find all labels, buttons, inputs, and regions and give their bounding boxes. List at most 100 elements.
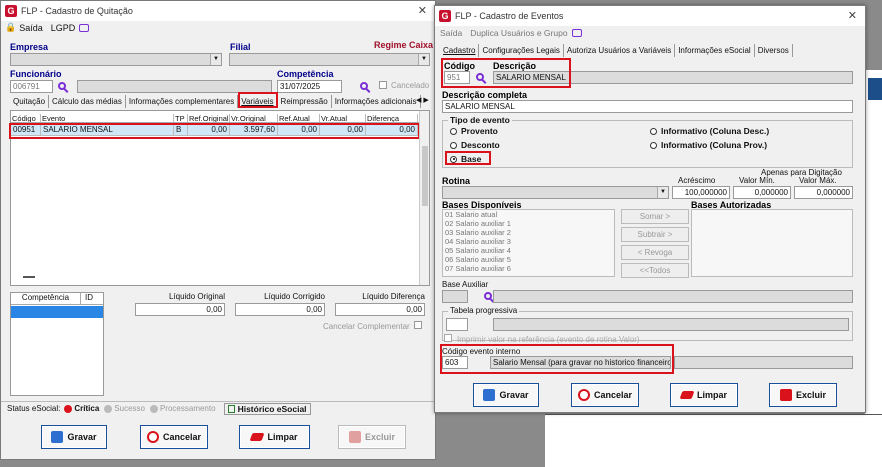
col-tp[interactable]: TP: [174, 114, 188, 122]
processamento-icon: [149, 404, 158, 413]
cancelar-complementar-label: Cancelar Complementar: [323, 322, 410, 331]
regime-caixa-label: Regime Caixa: [374, 40, 434, 50]
search-icon[interactable]: [360, 82, 369, 90]
excluir-button[interactable]: Excluir: [338, 425, 406, 449]
revoga-button[interactable]: < Revoga: [621, 245, 689, 260]
filial-combo[interactable]: ▼: [229, 53, 430, 66]
gravar-label: Gravar: [67, 432, 97, 442]
tab-autoriza-usuarios[interactable]: Autoriza Usuários a Variáveis: [564, 44, 676, 57]
tab-cadastro[interactable]: Cadastro: [440, 44, 480, 57]
processamento-label: Processamento: [159, 404, 216, 413]
radio-desconto[interactable]: Desconto: [450, 140, 500, 150]
menu-sair[interactable]: Saída: [440, 28, 462, 38]
base-auxiliar-desc[interactable]: [493, 290, 853, 303]
chevron-down-icon[interactable]: ▼: [210, 54, 221, 65]
eraser-icon: [679, 391, 695, 399]
col-ref-original[interactable]: Ref.Original: [188, 114, 230, 122]
acrescimo-field[interactable]: 100,000000: [672, 186, 730, 199]
list-item[interactable]: 02 Salario auxiliar 1: [443, 219, 614, 228]
tab-informacoes-adicionais[interactable]: Informações adicionais: [332, 95, 421, 108]
cancelar-label: Cancelar: [593, 390, 633, 400]
list-item[interactable]: 06 Salario auxiliar 5: [443, 255, 614, 264]
search-icon[interactable]: [484, 292, 493, 300]
liq-diferenca-field[interactable]: 0,00: [335, 303, 425, 316]
cancelar-complementar-checkbox[interactable]: [414, 321, 422, 329]
close-icon[interactable]: ✕: [848, 9, 857, 22]
app-logo-icon: G: [5, 5, 17, 17]
base-auxiliar-label: Base Auxiliar: [442, 280, 489, 289]
grid-scroll-thumb-h[interactable]: [23, 276, 35, 278]
tab-calculo-medias[interactable]: Cálculo das médias: [49, 95, 126, 108]
limpar-button[interactable]: Limpar: [670, 383, 738, 407]
list-item[interactable]: 04 Salario auxiliar 3: [443, 237, 614, 246]
tab-scroll-arrows[interactable]: ◀ ▶: [416, 96, 429, 104]
cadastro-quitacao-window: G FLP - Cadastro de Quitação ✕ 🔒 Saída L…: [0, 0, 436, 460]
tab-diversos[interactable]: Diversos: [755, 44, 793, 57]
liq-diferenca-label: Líquido Diferença: [362, 292, 425, 301]
valor-max-field[interactable]: 0,000000: [794, 186, 853, 199]
list-item[interactable]: 01 Salario atual: [443, 210, 614, 219]
chevron-down-icon[interactable]: ▼: [657, 187, 668, 198]
chat-icon[interactable]: [79, 23, 90, 32]
tabela-progressiva-code[interactable]: [446, 318, 468, 331]
empresa-combo[interactable]: ▼: [10, 53, 222, 66]
list-item[interactable]: 07 Salario auxiliar 6: [443, 264, 614, 273]
gravar-button[interactable]: Gravar: [473, 383, 539, 407]
gravar-button[interactable]: Gravar: [41, 425, 107, 449]
menu-duplica[interactable]: Duplica Usuários e Grupo: [470, 28, 567, 38]
tab-informacoes-esocial[interactable]: Informações eSocial: [675, 44, 755, 57]
tab-configuracoes-legais[interactable]: Configurações Legais: [479, 44, 564, 57]
imprimir-valor-checkbox[interactable]: [444, 334, 452, 342]
tabela-progressiva-desc[interactable]: [493, 318, 849, 331]
menu-lgpd[interactable]: LGPD: [51, 23, 76, 33]
selected-row[interactable]: [11, 306, 103, 318]
grid-scrollbar[interactable]: [419, 111, 429, 285]
col-ref-atual[interactable]: Ref.Atual: [278, 114, 320, 122]
base-auxiliar-code[interactable]: [442, 290, 468, 303]
todos-button[interactable]: <<Todos: [621, 263, 689, 278]
competencia-field[interactable]: 31/07/2025: [277, 80, 342, 93]
bases-autorizadas-list[interactable]: [691, 209, 853, 277]
tab-reimpressao[interactable]: Reimpressão: [278, 95, 332, 108]
rotina-combo[interactable]: ▼: [442, 186, 669, 199]
cancelar-button[interactable]: Cancelar: [571, 383, 639, 407]
funcionario-code-field[interactable]: 006791: [10, 80, 53, 93]
lock-icon: 🔒: [5, 22, 17, 32]
close-icon[interactable]: ✕: [418, 4, 427, 17]
radio-informativo-prov[interactable]: Informativo (Coluna Prov.): [650, 140, 767, 150]
menu-sair[interactable]: Saída: [19, 23, 43, 33]
historico-esocial-button[interactable]: Histórico eSocial: [223, 402, 311, 415]
radio-informativo-desc[interactable]: Informativo (Coluna Desc.): [650, 126, 769, 136]
chevron-down-icon[interactable]: ▼: [418, 54, 429, 65]
excluir-button[interactable]: Excluir: [769, 383, 837, 407]
col-id[interactable]: ID: [81, 293, 103, 304]
chat-icon[interactable]: [571, 29, 582, 37]
bases-disponiveis-list[interactable]: 01 Salario atual 02 Salario auxiliar 1 0…: [442, 209, 615, 277]
codigo-highlight: [441, 58, 571, 88]
valor-min-field[interactable]: 0,000000: [733, 186, 791, 199]
search-icon[interactable]: [58, 82, 66, 90]
cancelar-button[interactable]: Cancelar: [140, 425, 208, 449]
background-window: [864, 70, 882, 467]
cancelado-checkbox[interactable]: [379, 81, 387, 89]
radio-provento[interactable]: Provento: [450, 126, 498, 136]
liq-original-field[interactable]: 0,00: [135, 303, 225, 316]
list-item[interactable]: 03 Salario auxiliar 2: [443, 228, 614, 237]
subtrair-button[interactable]: Subtrair >: [621, 227, 689, 242]
somar-button[interactable]: Somar >: [621, 209, 689, 224]
tipo-evento-group: [442, 120, 853, 168]
col-vr-original[interactable]: Vr.Original: [230, 114, 278, 122]
tab-quitacao[interactable]: Quitação: [10, 95, 50, 108]
col-vr-atual[interactable]: Vr.Atual: [320, 114, 366, 122]
tab-informacoes-complementares[interactable]: Informações complementares: [126, 95, 239, 108]
col-competencia[interactable]: Competência: [11, 293, 81, 304]
col-diferenca[interactable]: Diferença: [366, 114, 418, 122]
window-title: FLP - Cadastro de Eventos: [455, 11, 564, 21]
list-item[interactable]: 05 Salario auxiliar 4: [443, 246, 614, 255]
desc-completa-field[interactable]: SALARIO MENSAL: [442, 100, 853, 113]
col-evento[interactable]: Evento: [41, 114, 174, 122]
tipo-evento-label: Tipo de evento: [448, 115, 512, 125]
liq-corrigido-field[interactable]: 0,00: [235, 303, 325, 316]
col-codigo[interactable]: Código: [11, 114, 41, 122]
limpar-button[interactable]: Limpar: [239, 425, 310, 449]
